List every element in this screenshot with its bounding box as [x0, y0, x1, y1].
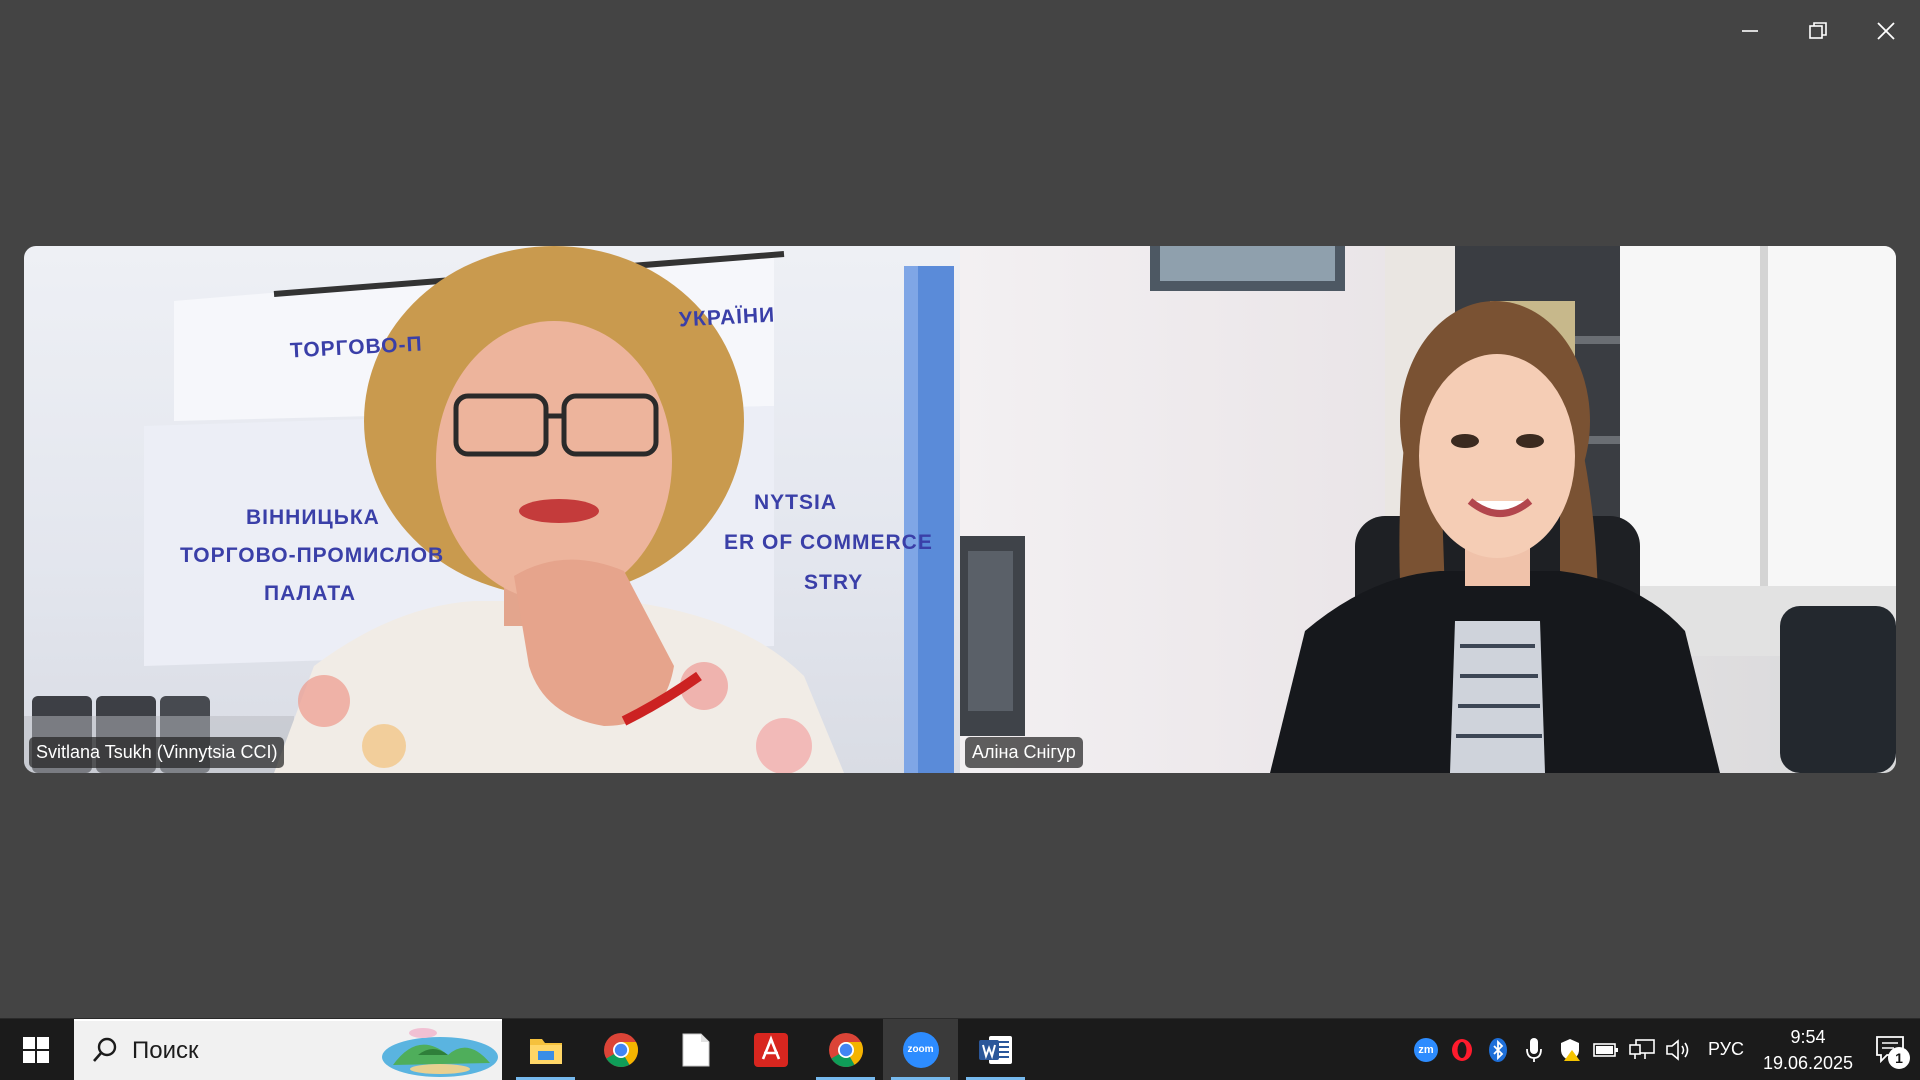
tray-zoom[interactable]: zm	[1408, 1030, 1444, 1070]
zoom-icon: zoom	[902, 1031, 939, 1068]
search-placeholder: Поиск	[132, 1037, 199, 1064]
clock-time: 9:54	[1790, 1026, 1826, 1047]
file-explorer-icon	[529, 1038, 562, 1064]
zoom-icon-label: zoom	[907, 1044, 934, 1055]
search-box[interactable]: Поиск	[74, 1019, 502, 1080]
taskbar-chrome[interactable]	[583, 1019, 658, 1080]
notification-count-badge: 1	[1888, 1047, 1910, 1069]
taskbar-chrome-2[interactable]	[808, 1019, 883, 1080]
tray-opera[interactable]	[1444, 1030, 1480, 1070]
sign-text-left-1: ВІННИЦЬКА	[246, 506, 380, 529]
video-tile-participant-2[interactable]: Аліна Снігур	[960, 246, 1896, 773]
close-icon	[1877, 22, 1895, 40]
sign-text-top-right: УКРАЇНИ	[678, 303, 776, 332]
tray-network[interactable]	[1624, 1030, 1660, 1070]
taskbar-word[interactable]	[958, 1019, 1033, 1080]
taskbar-apps: zoom	[508, 1019, 1033, 1080]
search-highlight-illustration	[382, 1028, 498, 1077]
close-button[interactable]	[1852, 0, 1920, 62]
sign-text-left-2: ТОРГОВО-ПРОМИСЛОВ	[180, 544, 445, 567]
sign-text-right-3: STRY	[804, 571, 864, 594]
restore-button[interactable]	[1784, 0, 1852, 62]
sign-text-right-2: ER OF COMMERCE	[724, 531, 933, 554]
video-tile-participant-1[interactable]: ТОРГОВО-П УКРАЇНИ ВІННИЦЬКА ТОРГОВО-ПРОМ…	[24, 246, 960, 773]
bluetooth-icon	[1489, 1037, 1507, 1062]
system-tray: zm РУС 9:54 19.06.2025	[1408, 1019, 1860, 1080]
tray-battery[interactable]	[1588, 1030, 1624, 1070]
window-controls	[1716, 0, 1920, 62]
word-icon	[978, 1035, 1012, 1064]
zoom-tray-label: zm	[1418, 1043, 1434, 1056]
start-button[interactable]	[0, 1019, 72, 1080]
clock[interactable]: 9:54 19.06.2025	[1756, 1024, 1860, 1076]
opera-icon	[1452, 1038, 1472, 1061]
video-gallery: ТОРГОВО-П УКРАЇНИ ВІННИЦЬКА ТОРГОВО-ПРОМ…	[24, 246, 1896, 773]
network-icon	[1629, 1038, 1655, 1059]
sign-text-left-3: ПАЛАТА	[264, 582, 357, 605]
input-language[interactable]: РУС	[1696, 1039, 1756, 1060]
tray-microphone[interactable]	[1516, 1030, 1552, 1070]
minimize-button[interactable]	[1716, 0, 1784, 62]
battery-icon	[1593, 1042, 1618, 1057]
acrobat-icon	[753, 1032, 788, 1067]
tray-bluetooth[interactable]	[1480, 1030, 1516, 1070]
participant-2-video	[960, 246, 1896, 773]
taskbar-acrobat-reader[interactable]	[733, 1019, 808, 1080]
zoom-tray-icon: zm	[1414, 1037, 1438, 1062]
chrome-icon	[603, 1032, 638, 1067]
windows-logo-icon	[23, 1036, 49, 1063]
participant-name-tag: Аліна Снігур	[965, 737, 1083, 768]
taskbar-file-explorer[interactable]	[508, 1019, 583, 1080]
chrome-icon	[828, 1032, 863, 1067]
taskbar-zoom[interactable]: zoom	[883, 1019, 958, 1080]
participant-name-tag: Svitlana Tsukh (Vinnytsia CCI)	[29, 737, 285, 768]
sign-text-right-1: NYTSIA	[754, 491, 838, 514]
taskbar: Поиск zoom zm РУС 9:54 19.06.2025 1	[0, 1018, 1920, 1080]
shield-warning-icon	[1561, 1038, 1580, 1061]
restore-icon	[1809, 22, 1827, 39]
document-file-icon	[682, 1033, 709, 1066]
tray-volume[interactable]	[1660, 1030, 1696, 1070]
search-icon	[93, 1037, 117, 1062]
clock-date: 19.06.2025	[1762, 1052, 1854, 1073]
tray-security[interactable]	[1552, 1030, 1588, 1070]
taskbar-document-file[interactable]	[658, 1019, 733, 1080]
microphone-icon	[1526, 1037, 1542, 1062]
notification-center-button[interactable]: 1	[1868, 1029, 1912, 1069]
volume-icon	[1666, 1038, 1689, 1061]
minimize-icon	[1742, 30, 1758, 32]
